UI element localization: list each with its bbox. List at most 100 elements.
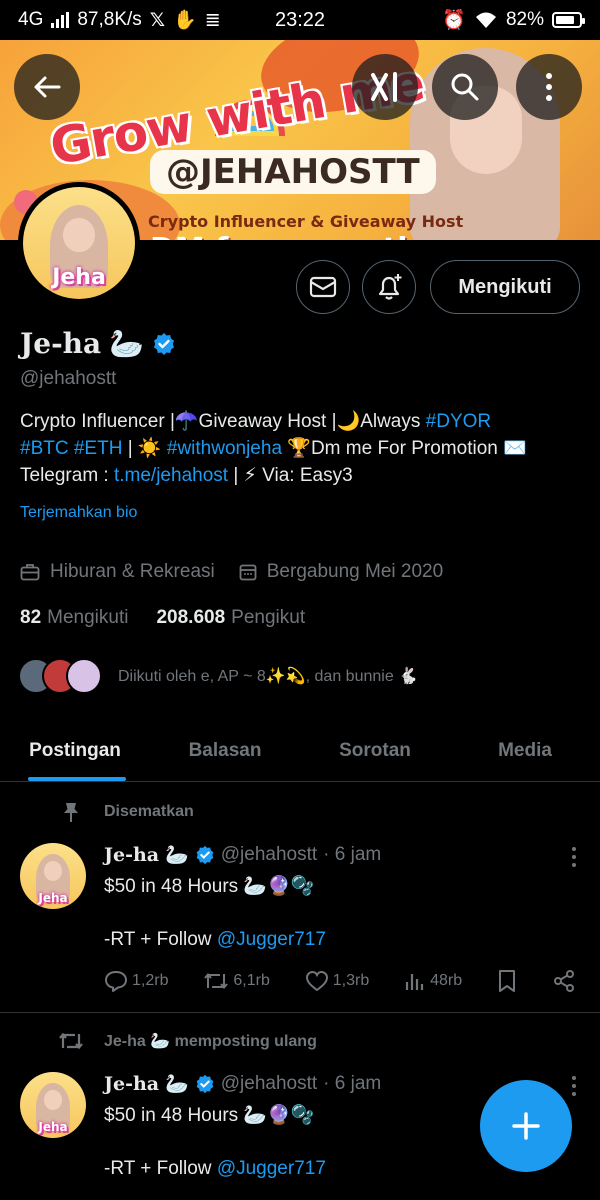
followers-count-link[interactable]: 208.608 Pengikut — [156, 607, 305, 629]
bio-text: 🏆Dm me For Promotion ✉️ — [282, 438, 527, 459]
bio-text: | ☀️ — [122, 438, 167, 459]
wifi-icon — [475, 12, 496, 28]
mention-link[interactable]: @Jugger717 — [217, 929, 326, 950]
plus-icon — [512, 1112, 540, 1140]
tab-posts[interactable]: Postingan — [0, 720, 150, 781]
back-button[interactable] — [14, 54, 80, 120]
avatar-text: Jeha — [38, 1120, 68, 1135]
profile-category: Hiburan & Rekreasi — [50, 561, 215, 582]
profile-avatar[interactable]: Jeha — [18, 182, 140, 304]
analytics-icon — [406, 974, 424, 990]
pinned-context: Disematkan — [56, 801, 194, 823]
share-icon — [553, 970, 574, 992]
post-header: Je-ha 🦢 @jehahostt · 6 jam — [104, 1072, 381, 1096]
grok-icon — [371, 72, 397, 102]
post-author-handle: @jehahostt — [220, 844, 318, 865]
repost-label: Je-ha 🦢 memposting ulang — [104, 1033, 317, 1050]
views-button[interactable]: 48rb — [404, 971, 462, 991]
post-more-button[interactable] — [572, 847, 576, 867]
post-text: $50 in 48 Hours 🦢🔮🫧 — [104, 876, 315, 897]
post-text: -RT + Follow @Jugger717 — [104, 929, 326, 950]
verified-badge-icon[interactable] — [152, 332, 176, 356]
tab-highlights[interactable]: Sorotan — [300, 720, 450, 781]
hand-icon: ✋ — [173, 10, 197, 31]
follower-avatars — [18, 658, 102, 694]
followed-by-row[interactable]: Diikuti oleh e, AP ~ 8✨💫, dan bunnie 🐇 — [18, 658, 418, 694]
post-time: · 6 jam — [323, 844, 382, 865]
heart-icon — [305, 970, 328, 992]
hashtag-link[interactable]: #DYOR — [426, 411, 491, 432]
post-text: $50 in 48 Hours 🦢🔮🫧 — [104, 1105, 315, 1126]
post-time: · 6 jam — [323, 1073, 382, 1094]
signal-icon — [51, 12, 70, 28]
pin-icon — [56, 801, 86, 823]
bio-text: Crypto Influencer |☂️Giveaway Host |🌙Alw… — [20, 411, 426, 432]
profile-meta: Hiburan & Rekreasi Bergabung Mei 2020 — [20, 561, 443, 583]
avatar-text: Jeha — [38, 891, 68, 906]
bell-plus-icon — [378, 274, 402, 300]
briefcase-icon — [20, 564, 40, 581]
search-button[interactable] — [432, 54, 498, 120]
following-count-link[interactable]: 82 Mengikuti — [20, 607, 128, 629]
banner-tagline: Crypto Influencer & Giveaway Host — [148, 212, 464, 231]
mention-link[interactable]: @Jugger717 — [217, 1158, 326, 1179]
profile-name: Je-ha — [20, 327, 102, 360]
like-button[interactable]: 1,3rb — [305, 970, 369, 992]
hashtag-link[interactable]: #withwonjeha — [167, 438, 282, 459]
bookmark-icon — [499, 970, 516, 992]
reply-button[interactable]: 1,2rb — [104, 970, 168, 992]
pinned-label: Disematkan — [104, 803, 194, 820]
followed-by-text: Diikuti oleh e, AP ~ 8✨💫, dan bunnie 🐇 — [118, 668, 419, 685]
avatar — [66, 658, 102, 694]
share-button[interactable] — [552, 969, 576, 993]
post-item[interactable]: Disematkan Jeha Je-ha 🦢 @jehahostt · 6 j… — [0, 783, 600, 1013]
compose-button[interactable] — [480, 1080, 572, 1172]
message-button[interactable] — [296, 260, 350, 314]
tab-media[interactable]: Media — [450, 720, 600, 781]
notifications-button[interactable] — [362, 260, 416, 314]
joined-date: Bergabung Mei 2020 — [266, 561, 444, 582]
avatar-text: Jeha — [52, 265, 106, 291]
network-speed: 87,8K/s — [77, 9, 142, 30]
translate-bio-link[interactable]: Terjemahkan bio — [20, 504, 137, 522]
post-avatar[interactable]: Jeha — [20, 1072, 86, 1138]
profile-bio: Crypto Influencer |☂️Giveaway Host |🌙Alw… — [20, 408, 585, 489]
bio-text: Telegram : — [20, 465, 114, 486]
verified-badge-icon — [196, 845, 214, 865]
verified-badge-icon — [196, 1074, 214, 1094]
x-logo-icon: 𝕏 — [149, 9, 166, 31]
banner-handle: @JEHAHOSTT — [150, 150, 436, 194]
battery-percent: 82% — [505, 9, 544, 30]
post-more-button[interactable] — [572, 1076, 576, 1096]
post-author-handle: @jehahostt — [220, 1073, 318, 1094]
battery-icon — [552, 12, 585, 28]
mail-icon — [309, 276, 337, 298]
post-author-name[interactable]: Je-ha — [104, 1073, 159, 1095]
post-avatar[interactable]: Jeha — [20, 843, 86, 909]
hashtag-link[interactable]: #ETH — [74, 438, 123, 459]
tab-replies[interactable]: Balasan — [150, 720, 300, 781]
post-author-name[interactable]: Je-ha — [104, 844, 159, 866]
bio-text: | ⚡ Via: Easy3 — [228, 465, 353, 486]
more-vertical-icon — [546, 73, 552, 101]
telegram-link[interactable]: t.me/jehahost — [114, 465, 228, 486]
post-text: -RT + Follow @Jugger717 — [104, 1158, 326, 1179]
following-button[interactable]: Mengikuti — [430, 260, 580, 314]
repost-icon — [56, 1030, 86, 1052]
repost-icon — [204, 972, 229, 990]
grok-button[interactable] — [352, 54, 418, 120]
profile-handle: @jehahostt — [20, 368, 117, 389]
profile-tabs: Postingan Balasan Sorotan Media — [0, 720, 600, 782]
banner-promo: DM for promotion — [150, 232, 449, 240]
swan-emoji: 🦢 — [165, 845, 189, 866]
hashtag-link[interactable]: #BTC — [20, 438, 69, 459]
alarm-icon: ⏰ — [442, 10, 466, 31]
post-actions: 1,2rb 6,1rb 1,3rb 48rb — [104, 969, 576, 993]
repost-button[interactable]: 6,1rb — [203, 970, 270, 992]
arrow-left-icon — [34, 76, 61, 98]
status-bar: 4G 87,8K/s 𝕏 ✋ ≣ 23:22 ⏰ 82% — [0, 0, 600, 40]
swan-emoji: 🦢 — [165, 1074, 189, 1095]
search-icon — [451, 73, 479, 101]
more-options-button[interactable] — [516, 54, 582, 120]
bookmark-button[interactable] — [497, 969, 517, 993]
